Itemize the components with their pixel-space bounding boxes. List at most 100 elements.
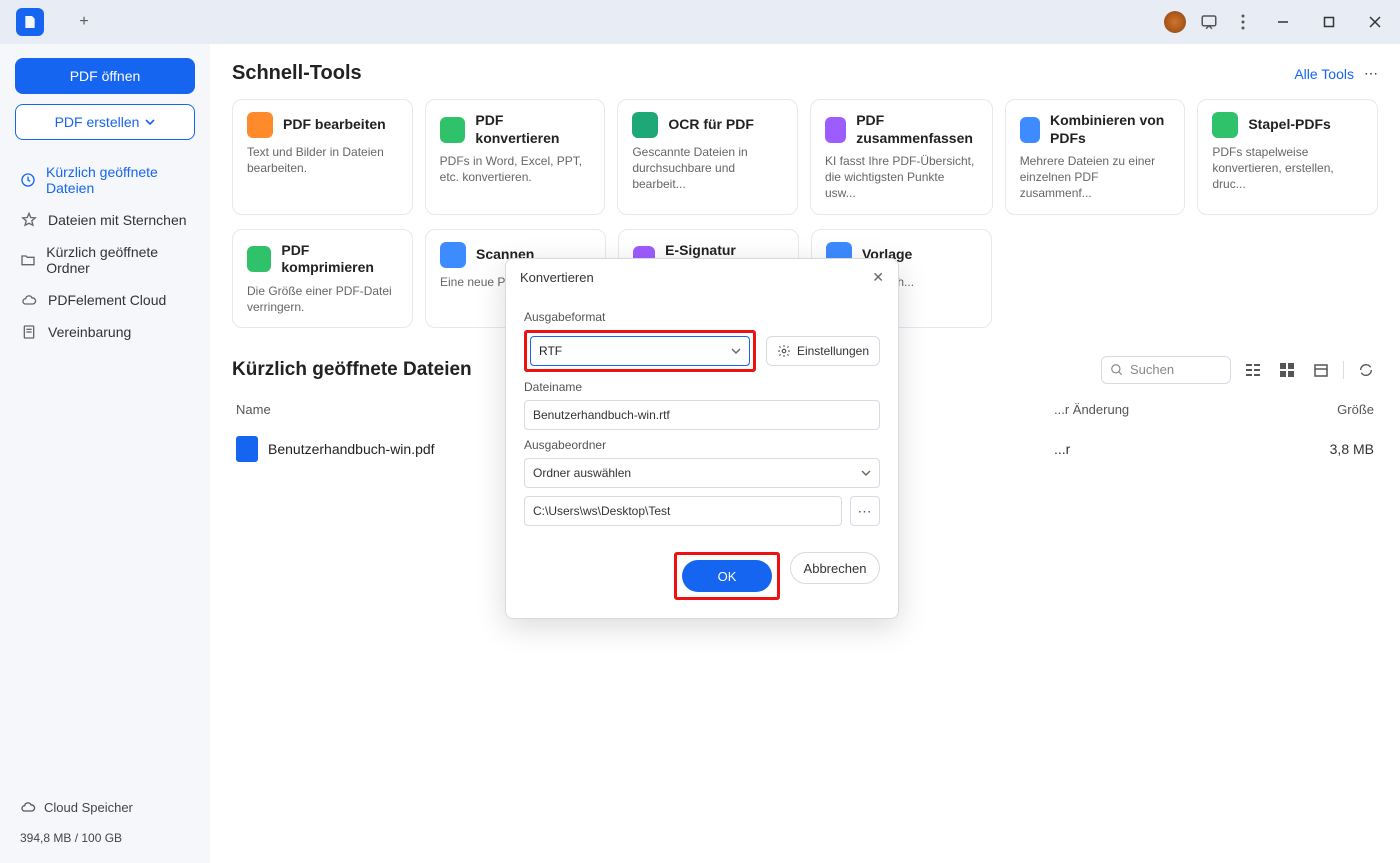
tool-title: Kombinieren von PDFs (1050, 112, 1170, 147)
minimize-button[interactable] (1266, 8, 1300, 36)
folder-path-input[interactable] (524, 496, 842, 526)
chevron-down-icon (731, 348, 741, 354)
tool-title: Stapel-PDFs (1248, 116, 1330, 134)
highlight-format: RTF (524, 330, 756, 372)
tool-desc: Text und Bilder in Dateien bearbeiten. (247, 144, 398, 176)
tool-icon (247, 246, 271, 272)
tool-desc: PDFs stapelweise konvertieren, erstellen… (1212, 144, 1363, 193)
all-tools-link[interactable]: Alle Tools (1294, 66, 1354, 82)
create-pdf-button[interactable]: PDF erstellen (15, 104, 195, 140)
convert-dialog: Konvertieren ✕ Ausgabeformat RTF Einstel… (505, 258, 899, 619)
tool-card[interactable]: Stapel-PDFs PDFs stapelweise konvertieren… (1197, 99, 1378, 215)
tool-icon (440, 242, 466, 268)
clock-icon (20, 172, 36, 188)
tool-title: PDF komprimieren (281, 242, 398, 277)
tool-card[interactable]: PDF bearbeiten Text und Bilder in Dateien… (232, 99, 413, 215)
ok-button[interactable]: OK (682, 560, 772, 592)
dialog-close-button[interactable]: ✕ (872, 269, 884, 286)
tool-card[interactable]: OCR für PDF Gescannte Dateien in durchsuc… (617, 99, 798, 215)
filename-label: Dateiname (524, 380, 880, 394)
feedback-icon[interactable] (1198, 11, 1220, 33)
output-format-value: RTF (539, 344, 562, 358)
sidebar-item-agreement[interactable]: Vereinbarung (10, 316, 200, 348)
cloud-storage-label: Cloud Speicher (44, 800, 133, 815)
sidebar-item-recent-files[interactable]: Kürzlich geöffnete Dateien (10, 156, 200, 204)
tool-desc: PDFs in Word, Excel, PPT, etc. konvertie… (440, 153, 591, 185)
output-format-select[interactable]: RTF (530, 336, 750, 366)
cloud-icon (20, 799, 36, 815)
search-placeholder: Suchen (1130, 362, 1174, 377)
maximize-button[interactable] (1312, 8, 1346, 36)
folder-select[interactable]: Ordner auswählen (524, 458, 880, 488)
tool-icon (440, 117, 466, 143)
highlight-ok: OK (674, 552, 780, 600)
sidebar-item-label: Dateien mit Sternchen (48, 212, 187, 228)
sidebar-item-label: PDFelement Cloud (48, 292, 166, 308)
quick-tools-title: Schnell-Tools (232, 62, 362, 85)
tool-title: PDF zusammenfassen (856, 112, 977, 147)
dialog-title: Konvertieren (520, 270, 594, 285)
tool-icon (1212, 112, 1238, 138)
tool-title: PDF bearbeiten (283, 116, 386, 134)
menu-dots-icon[interactable] (1232, 11, 1254, 33)
folder-label: Ausgabeordner (524, 438, 880, 452)
star-icon (20, 212, 38, 228)
col-date: ...r Änderung (1054, 402, 1254, 417)
grid-view-icon[interactable] (1275, 358, 1299, 382)
recent-files-title: Kürzlich geöffnete Dateien (232, 359, 472, 381)
sidebar-item-label: Kürzlich geöffnete Dateien (46, 164, 190, 196)
tool-desc: Die Größe einer PDF-Datei verringern. (247, 283, 398, 315)
search-icon (1110, 363, 1124, 377)
app-icon (16, 8, 44, 36)
tool-desc: Gescannte Dateien in durchsuchbare und b… (632, 144, 783, 193)
chevron-down-icon (861, 470, 871, 476)
titlebar: + (0, 0, 1400, 44)
cloud-storage-row[interactable]: Cloud Speicher (10, 793, 200, 821)
cloud-icon (20, 292, 38, 308)
folder-icon (20, 252, 36, 268)
pdf-file-icon (236, 436, 258, 462)
tool-icon (825, 117, 846, 143)
close-button[interactable] (1358, 8, 1392, 36)
file-date: ...r (1054, 441, 1254, 457)
tool-card[interactable]: PDF zusammenfassen KI fasst Ihre PDF-Über… (810, 99, 993, 215)
tool-icon (1020, 117, 1040, 143)
user-avatar[interactable] (1164, 11, 1186, 33)
more-icon[interactable]: ⋯ (1364, 65, 1378, 82)
sidebar: PDF öffnen PDF erstellen Kürzlich geöffn… (0, 44, 210, 863)
cancel-button[interactable]: Abbrechen (790, 552, 880, 584)
sidebar-item-starred[interactable]: Dateien mit Sternchen (10, 204, 200, 236)
settings-button[interactable]: Einstellungen (766, 336, 880, 366)
list-view-icon[interactable] (1241, 358, 1265, 382)
sidebar-item-recent-folders[interactable]: Kürzlich geöffnete Ordner (10, 236, 200, 284)
storage-usage: 394,8 MB / 100 GB (10, 821, 200, 849)
document-icon (20, 324, 38, 340)
gear-icon (777, 344, 791, 358)
filename-input[interactable] (524, 400, 880, 430)
tool-title: OCR für PDF (668, 116, 754, 134)
tool-desc: Mehrere Dateien zu einer einzelnen PDF z… (1020, 153, 1171, 202)
chevron-down-icon (145, 119, 155, 125)
tool-card[interactable]: PDF konvertieren PDFs in Word, Excel, PPT… (425, 99, 606, 215)
open-pdf-button[interactable]: PDF öffnen (15, 58, 195, 94)
tool-desc: KI fasst Ihre PDF-Übersicht, die wichtig… (825, 153, 978, 202)
sidebar-item-label: Vereinbarung (48, 324, 131, 340)
search-input[interactable]: Suchen (1101, 356, 1231, 384)
calendar-view-icon[interactable] (1309, 358, 1333, 382)
browse-button[interactable]: ⋯ (850, 496, 880, 526)
tool-card[interactable]: Kombinieren von PDFs Mehrere Dateien zu e… (1005, 99, 1186, 215)
refresh-icon[interactable] (1354, 358, 1378, 382)
tool-card[interactable]: PDF komprimieren Die Größe einer PDF-Date… (232, 229, 413, 328)
file-name: Benutzerhandbuch-win.pdf (268, 441, 435, 457)
output-format-label: Ausgabeformat (524, 310, 880, 324)
tool-icon (632, 112, 658, 138)
create-pdf-label: PDF erstellen (55, 114, 140, 130)
settings-label: Einstellungen (797, 344, 869, 358)
col-size: Größe (1254, 402, 1374, 417)
sidebar-item-cloud[interactable]: PDFelement Cloud (10, 284, 200, 316)
new-tab-button[interactable]: + (72, 10, 96, 34)
sidebar-item-label: Kürzlich geöffnete Ordner (46, 244, 190, 276)
tool-title: PDF konvertieren (475, 112, 590, 147)
file-size: 3,8 MB (1254, 441, 1374, 457)
tool-icon (247, 112, 273, 138)
